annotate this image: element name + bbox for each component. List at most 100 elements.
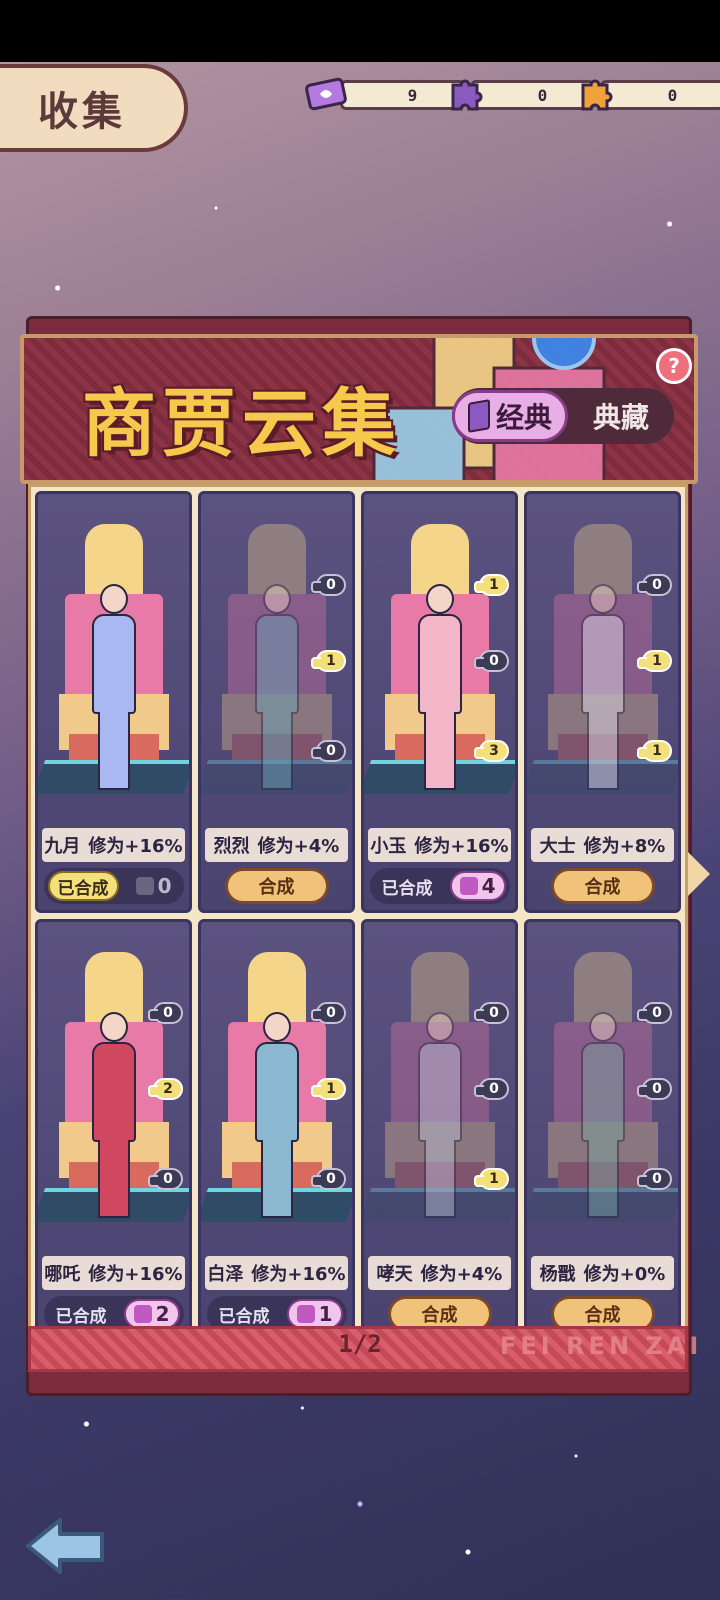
- piece-count-value: 0: [157, 874, 172, 898]
- tab-collection-label: 典藏: [592, 401, 649, 434]
- character-figure: [86, 584, 142, 804]
- piece-slot-badge: 0: [474, 650, 509, 672]
- character-card[interactable]: 九月 修为+16% 已合成 0: [35, 491, 192, 913]
- piece-slot-badge: 0: [148, 1168, 183, 1190]
- page-title-tab: 收集: [0, 64, 188, 152]
- piece-slot-badge: 1: [311, 650, 346, 672]
- piece-slot-badge: 1: [637, 650, 672, 672]
- character-figure: [575, 1012, 631, 1232]
- character-card[interactable]: 0 0 0 杨戬 修为+0% 合成: [524, 919, 681, 1341]
- character-name: 哮天: [376, 1264, 413, 1285]
- piece-count-value: 1: [318, 1302, 333, 1326]
- piece-slot-badge: 0: [148, 1002, 183, 1024]
- tab-classic-label: 经典: [495, 401, 552, 434]
- character-figure: [412, 1012, 468, 1232]
- book-icon: [467, 399, 490, 433]
- character-card[interactable]: 0 0 1 哮天 修为+4% 合成: [361, 919, 518, 1341]
- piece-slot-badge: 0: [311, 574, 346, 596]
- help-button[interactable]: ?: [656, 348, 692, 384]
- page-title: 收集: [38, 89, 126, 135]
- character-name: 九月: [44, 836, 81, 857]
- next-page-arrow-icon[interactable]: [688, 852, 710, 896]
- help-icon: ?: [668, 354, 680, 378]
- piece-count: 4: [449, 871, 506, 901]
- character-name-bar: 哮天 修为+4%: [368, 1256, 511, 1290]
- piece-slot-badge: 0: [311, 1168, 346, 1190]
- orange-puzzle-count: 0: [667, 85, 678, 105]
- piece-slot-badge: 0: [474, 1078, 509, 1100]
- synthesized-label: 已合成: [47, 871, 119, 901]
- category-toggle[interactable]: 经典 典藏: [452, 388, 674, 444]
- tab-classic[interactable]: 经典: [452, 390, 568, 442]
- piece-slot-badge: 1: [474, 574, 509, 596]
- piece-count-value: 2: [155, 1302, 170, 1326]
- piece-count-value: 4: [481, 874, 496, 898]
- character-figure: [412, 584, 468, 804]
- piece-count: 0: [128, 871, 180, 901]
- puzzle-piece-icon: [133, 1305, 152, 1323]
- character-bonus: 修为+16%: [251, 1264, 346, 1285]
- character-bonus: 修为+0%: [583, 1264, 666, 1285]
- puzzle-piece-icon: [296, 1305, 315, 1323]
- piece-slot-badge: 2: [148, 1078, 183, 1100]
- piece-count: 1: [286, 1299, 343, 1329]
- character-name-bar: 白泽 修为+16%: [205, 1256, 348, 1290]
- piece-slot-badge: 1: [311, 1078, 346, 1100]
- synthesized-status: 已合成 0: [43, 868, 184, 904]
- character-name: 杨戬: [539, 1264, 576, 1285]
- piece-slot-badge: 0: [311, 740, 346, 762]
- purple-puzzle-icon: [444, 72, 488, 116]
- character-name-bar: 烈烈 修为+4%: [205, 828, 348, 862]
- character-card[interactable]: 1 0 3 小玉 修为+16% 已合成 4: [361, 491, 518, 913]
- piece-slot-badge: 0: [311, 1002, 346, 1024]
- synthesize-button[interactable]: 合成: [224, 868, 329, 904]
- synthesized-label: 已合成: [218, 1306, 270, 1327]
- tab-collection[interactable]: 典藏: [568, 396, 674, 436]
- piece-slot-badge: 0: [637, 1078, 672, 1100]
- piece-count: 2: [123, 1299, 180, 1329]
- character-card[interactable]: 0 1 0 白泽 修为+16% 已合成 1: [198, 919, 355, 1341]
- character-name: 哪吒: [44, 1264, 81, 1285]
- ticket-count: 9: [407, 85, 418, 105]
- character-card[interactable]: 0 1 0 烈烈 修为+4% 合成: [198, 491, 355, 913]
- character-name-bar: 哪吒 修为+16%: [42, 1256, 185, 1290]
- character-name-bar: 大士 修为+8%: [531, 828, 674, 862]
- piece-slot-badge: 0: [474, 1002, 509, 1024]
- piece-slot-badge: 0: [637, 574, 672, 596]
- banner-title: 商贾云集: [82, 381, 402, 467]
- character-grid: 九月 修为+16% 已合成 0 0 1 0 烈烈 修为+4% 合成 1 0 3 小玉…: [28, 484, 688, 1348]
- character-name-bar: 九月 修为+16%: [42, 828, 185, 862]
- back-arrow-icon[interactable]: [24, 1516, 108, 1576]
- character-figure: [575, 584, 631, 804]
- character-figure: [249, 1012, 305, 1232]
- character-name: 小玉: [370, 836, 407, 857]
- character-bonus: 修为+4%: [257, 836, 340, 857]
- piece-slot-badge: 1: [474, 1168, 509, 1190]
- character-card[interactable]: 0 2 0 哪吒 修为+16% 已合成 2: [35, 919, 192, 1341]
- piece-slot-badge: 3: [474, 740, 509, 762]
- character-bonus: 修为+16%: [88, 1264, 183, 1285]
- character-name-bar: 小玉 修为+16%: [368, 828, 511, 862]
- synthesize-label: 合成: [258, 877, 295, 898]
- status-bar: [0, 0, 720, 62]
- character-figure: [86, 1012, 142, 1232]
- piece-slot-badge: 0: [637, 1002, 672, 1024]
- orange-puzzle-icon: [574, 72, 618, 116]
- character-card[interactable]: 0 1 1 大士 修为+8% 合成: [524, 491, 681, 913]
- synthesized-label: 已合成: [381, 878, 433, 899]
- character-figure: [249, 584, 305, 804]
- character-bonus: 修为+8%: [583, 836, 666, 857]
- character-name: 大士: [539, 836, 576, 857]
- synthesize-label: 合成: [584, 877, 621, 898]
- piece-slot-badge: 0: [637, 1168, 672, 1190]
- synthesize-label: 合成: [584, 1305, 621, 1326]
- character-name: 烈烈: [213, 836, 250, 857]
- synthesize-button[interactable]: 合成: [550, 868, 655, 904]
- synthesize-label: 合成: [421, 1305, 458, 1326]
- synthesized-label: 已合成: [55, 1306, 107, 1327]
- character-name-bar: 杨戬 修为+0%: [531, 1256, 674, 1290]
- puzzle-piece-icon: [135, 877, 154, 895]
- ticket-icon: [304, 72, 348, 116]
- character-bonus: 修为+16%: [414, 836, 509, 857]
- purple-puzzle-count: 0: [537, 85, 548, 105]
